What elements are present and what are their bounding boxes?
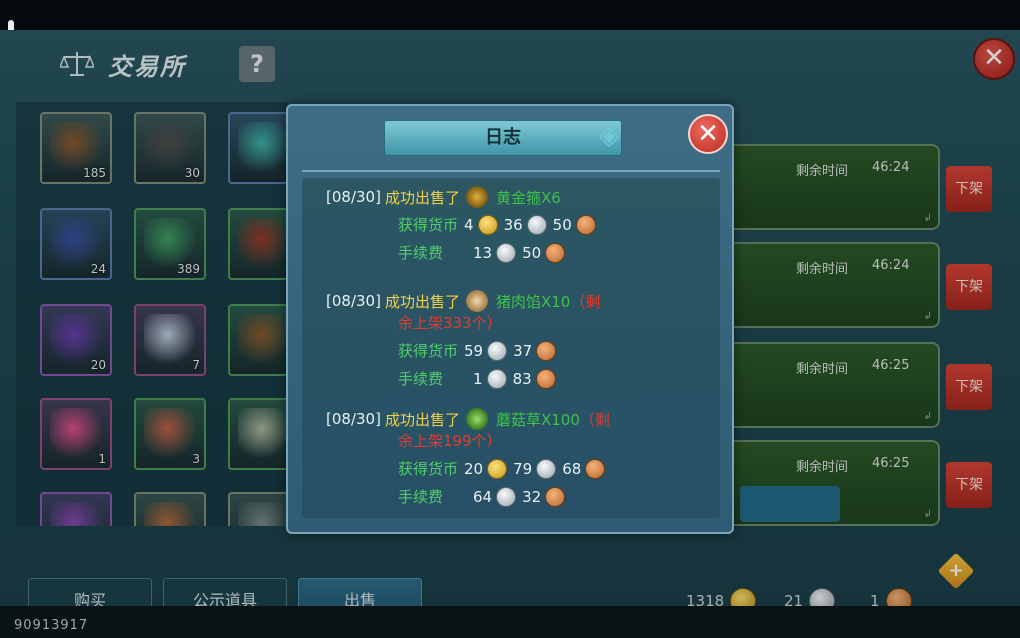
copper-coin-icon xyxy=(535,368,556,389)
silver-coin-icon xyxy=(487,340,508,361)
copper-coin-icon xyxy=(545,486,566,507)
copper-coin-icon xyxy=(536,340,557,361)
gold-coin-icon xyxy=(477,214,498,235)
sold-item-name: 猪肉馅X10 xyxy=(495,292,571,311)
log-dialog: ◈ 日志 ◈ ✕ [08/30]成功出售了黄金箍X6获得货币43650手续费13… xyxy=(286,104,734,534)
golden-key-icon xyxy=(465,186,488,208)
close-dialog-button[interactable]: ✕ xyxy=(688,114,728,154)
copper-coin-icon xyxy=(545,242,566,263)
sold-item-name: 黄金箍X6 xyxy=(495,188,561,207)
sold-item-name: 蘑菇草X100 xyxy=(495,410,580,429)
copper-amount: 37 xyxy=(513,341,533,360)
log-action: 成功出售了 xyxy=(384,188,460,207)
gold-amount: 4 xyxy=(464,215,474,234)
silver-amount: 59 xyxy=(464,341,484,360)
log-action: 成功出售了 xyxy=(384,410,460,429)
remaining-stock: （剩 xyxy=(570,292,601,311)
copper-coin-icon xyxy=(575,214,596,235)
remaining-stock: （剩 xyxy=(579,410,610,429)
copper-amount: 50 xyxy=(552,215,572,234)
log-action: 成功出售了 xyxy=(384,292,460,311)
herb-sprig-icon xyxy=(465,408,488,430)
bread-icon xyxy=(465,290,488,312)
copper-coin-icon xyxy=(585,458,606,479)
log-date: [08/30] xyxy=(326,292,381,310)
remaining-stock: 余上架333个） xyxy=(398,314,502,332)
copper-amount: 68 xyxy=(562,459,582,478)
earnings-label: 获得货币 xyxy=(398,460,459,478)
log-date: [08/30] xyxy=(326,410,381,428)
silver-amount: 64 xyxy=(473,487,493,506)
silver-coin-icon xyxy=(496,486,517,507)
player-id: 90913917 xyxy=(14,618,89,633)
log-entry-header: [08/30] 成功出售了 猪肉馅X10 （剩 xyxy=(326,290,600,312)
log-entry-remaining: 余上架333个） xyxy=(398,312,502,333)
gold-amount: 20 xyxy=(464,459,484,478)
bottom-bar xyxy=(0,606,1020,638)
log-earnings: 获得货币 4 36 50 xyxy=(398,214,596,235)
fee-label: 手续费 xyxy=(398,244,444,262)
copper-amount: 83 xyxy=(512,369,532,388)
dialog-title: 日志 xyxy=(384,120,622,156)
log-entry-remaining: 余上架199个） xyxy=(398,430,502,451)
gold-coin-icon xyxy=(487,458,508,479)
copper-amount: 32 xyxy=(522,487,542,506)
log-date: [08/30] xyxy=(326,188,381,206)
silver-coin-icon xyxy=(536,458,557,479)
silver-amount: 13 xyxy=(473,243,493,262)
top-bar xyxy=(0,0,1020,30)
log-earnings: 获得货币 59 37 xyxy=(398,340,557,361)
ornament-right-icon: ◈ xyxy=(599,121,619,151)
log-fee: 手续费 64 32 xyxy=(398,486,566,507)
silver-amount: 1 xyxy=(473,369,483,388)
earnings-label: 获得货币 xyxy=(398,342,459,360)
dialog-divider xyxy=(302,170,720,172)
copper-amount: 50 xyxy=(522,243,542,262)
fee-label: 手续费 xyxy=(398,370,444,388)
silver-coin-icon xyxy=(486,368,507,389)
silver-coin-icon xyxy=(496,242,517,263)
log-fee: 手续费 1 83 xyxy=(398,368,556,389)
log-earnings: 获得货币 20 79 68 xyxy=(398,458,606,479)
silver-coin-icon xyxy=(526,214,547,235)
silver-amount: 79 xyxy=(513,459,533,478)
remaining-stock: 余上架199个） xyxy=(398,432,502,450)
earnings-label: 获得货币 xyxy=(398,216,459,234)
log-entry-header: [08/30] 成功出售了 黄金箍X6 xyxy=(326,186,561,208)
listing-scrollbar[interactable] xyxy=(740,486,840,522)
fee-label: 手续费 xyxy=(398,488,444,506)
log-entry-header: [08/30] 成功出售了 蘑菇草X100 （剩 xyxy=(326,408,610,430)
log-fee: 手续费 13 50 xyxy=(398,242,566,263)
log-list[interactable]: [08/30] 成功出售了 黄金箍X6 获得货币 4 36 50 手续费 13 50 [08/30]… xyxy=(302,178,720,518)
silver-amount: 36 xyxy=(503,215,523,234)
